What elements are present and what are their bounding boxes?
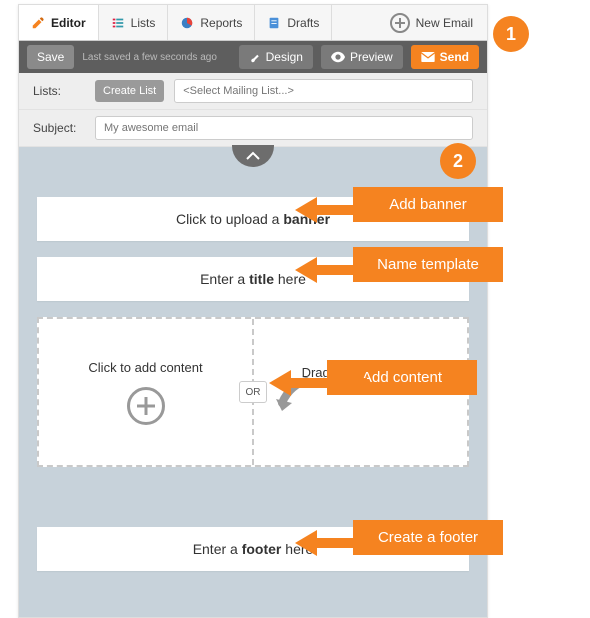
tab-lists-label: Lists	[131, 16, 156, 30]
eye-icon	[331, 51, 345, 63]
send-button[interactable]: Send	[411, 45, 479, 69]
or-badge: OR	[239, 381, 267, 403]
tab-editor[interactable]: Editor	[19, 5, 99, 40]
last-saved-text: Last saved a few seconds ago	[82, 52, 217, 63]
tab-drafts[interactable]: Drafts	[255, 5, 332, 40]
tab-reports[interactable]: Reports	[168, 5, 255, 40]
envelope-icon	[421, 52, 435, 62]
add-content-text: Click to add content	[88, 360, 202, 375]
lists-label: Lists:	[33, 84, 85, 98]
subject-input[interactable]	[95, 116, 473, 140]
add-circle-icon	[127, 387, 165, 425]
collapse-handle[interactable]	[232, 145, 274, 167]
arrow-left-icon	[295, 528, 353, 548]
send-label: Send	[440, 50, 469, 64]
step-badge-1: 1	[493, 16, 529, 52]
banner-text-prefix: Click to upload a	[176, 211, 283, 227]
arrow-left-icon	[295, 255, 353, 275]
arrow-left-icon	[295, 195, 353, 215]
action-bar: Save Last saved a few seconds ago Design…	[19, 41, 487, 73]
title-text-prefix: Enter a	[200, 271, 249, 287]
design-button[interactable]: Design	[239, 45, 313, 69]
new-email-button[interactable]: New Email	[376, 5, 487, 40]
lists-row: Lists: Create List	[19, 73, 487, 110]
callout-title: Name template	[295, 247, 503, 282]
callout-footer: Create a footer	[295, 520, 503, 555]
subject-row: Subject:	[19, 110, 487, 147]
mailing-list-select[interactable]	[174, 79, 473, 103]
new-email-label: New Email	[416, 16, 473, 30]
tab-reports-label: Reports	[200, 16, 242, 30]
document-icon	[267, 16, 281, 30]
plus-circle-icon	[390, 13, 410, 33]
preview-button[interactable]: Preview	[321, 45, 403, 69]
chevron-up-icon	[245, 151, 261, 161]
footer-text-prefix: Enter a	[193, 541, 242, 557]
top-tabbar: Editor Lists Reports Drafts New Email	[19, 5, 487, 41]
callout-content: Add content	[269, 360, 477, 395]
callout-footer-label: Create a footer	[353, 520, 503, 555]
arrow-left-icon	[269, 368, 327, 388]
callout-banner-label: Add banner	[353, 187, 503, 222]
save-button[interactable]: Save	[27, 45, 74, 69]
preview-label: Preview	[350, 50, 393, 64]
subject-label: Subject:	[33, 121, 85, 135]
add-content-area[interactable]: Click to add content	[39, 319, 252, 465]
pencil-icon	[31, 16, 45, 30]
title-text-bold: title	[249, 271, 274, 287]
create-list-button[interactable]: Create List	[95, 80, 164, 102]
piechart-icon	[180, 16, 194, 30]
brush-icon	[249, 51, 261, 63]
tab-lists[interactable]: Lists	[99, 5, 169, 40]
callout-banner: Add banner	[295, 187, 503, 222]
callout-title-label: Name template	[353, 247, 503, 282]
step-badge-2: 2	[440, 143, 476, 179]
tab-editor-label: Editor	[51, 16, 86, 30]
tab-drafts-label: Drafts	[287, 16, 319, 30]
footer-text-bold: footer	[242, 541, 282, 557]
list-icon	[111, 16, 125, 30]
design-label: Design	[266, 50, 303, 64]
